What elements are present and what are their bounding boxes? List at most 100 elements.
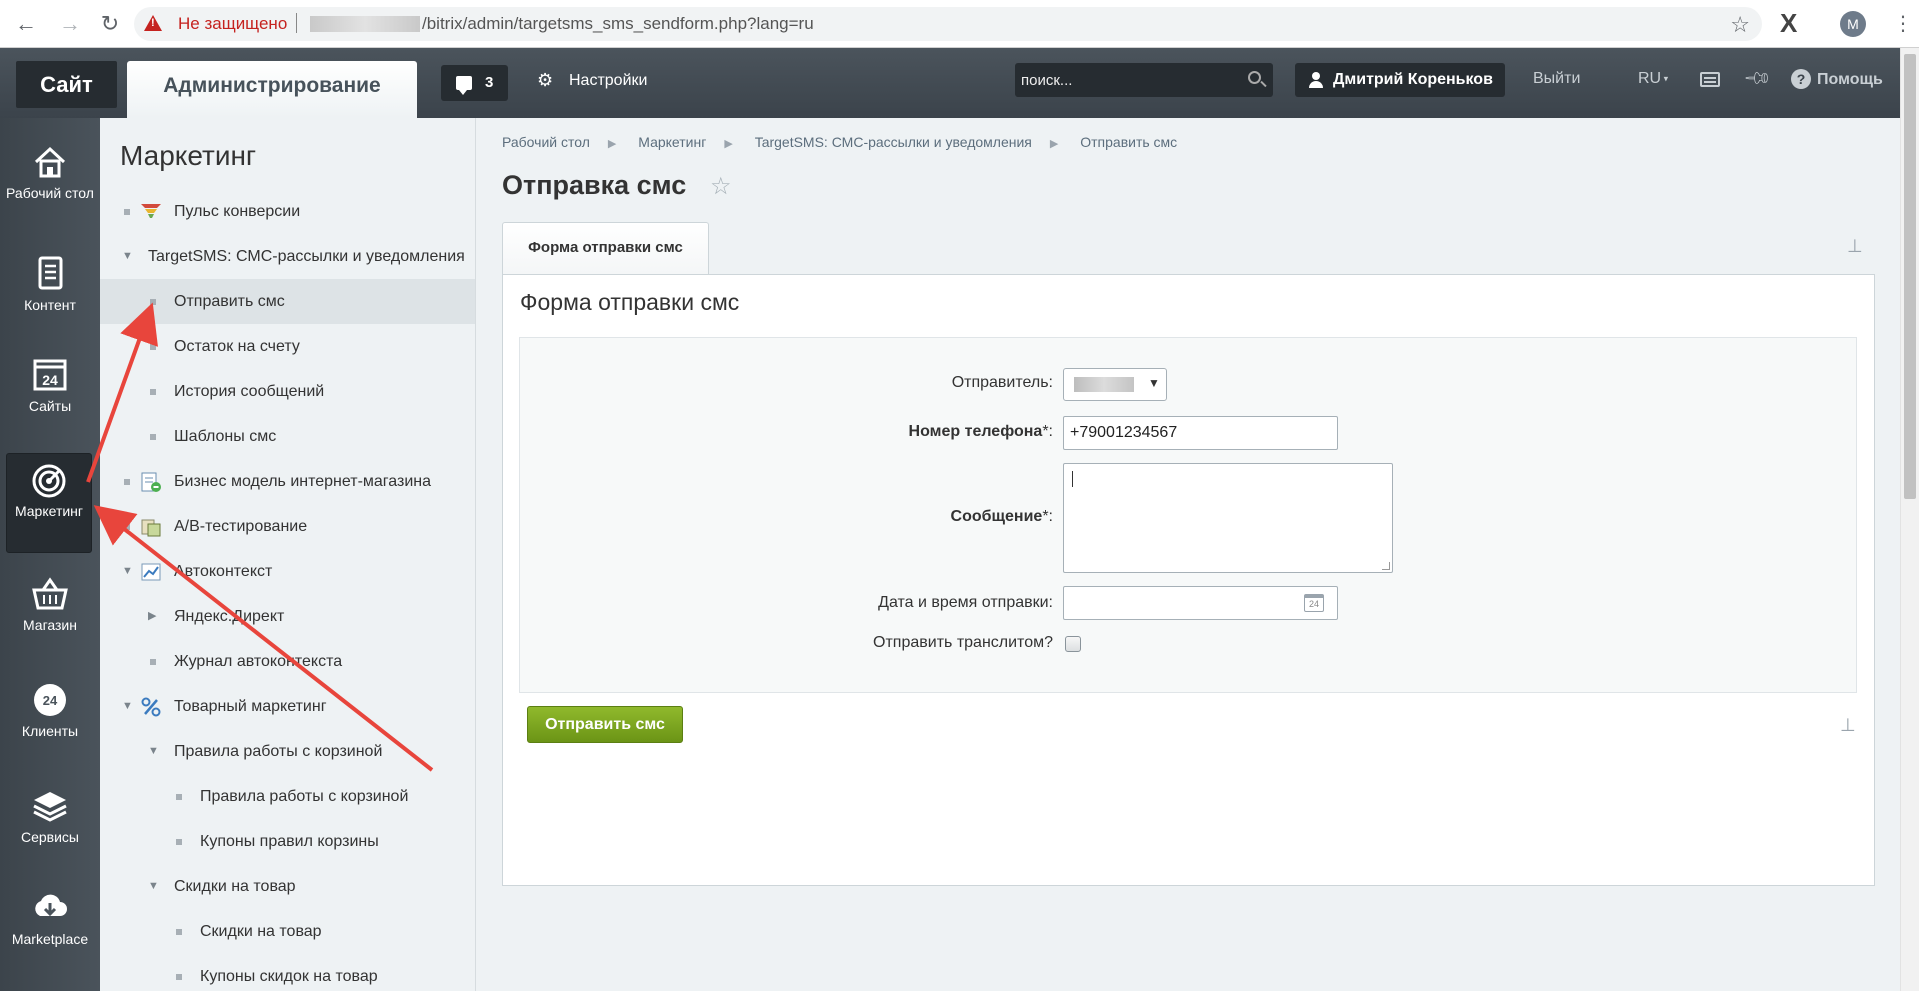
- favorite-star-icon[interactable]: ☆: [710, 172, 732, 201]
- menu-label: Рабочий стол: [6, 185, 94, 201]
- user-button[interactable]: Дмитрий Кореньков: [1295, 63, 1505, 97]
- user-icon: [1309, 72, 1323, 88]
- translit-checkbox[interactable]: [1065, 636, 1081, 652]
- calendar-icon[interactable]: 24: [1304, 594, 1324, 612]
- tree-item-label: История сообщений: [174, 383, 325, 400]
- back-icon[interactable]: ←: [12, 10, 40, 38]
- expanded-arrow-icon[interactable]: ▼: [122, 684, 133, 729]
- menu-marketing[interactable]: Маркетинг: [6, 453, 92, 553]
- menu-shop[interactable]: Магазин: [0, 568, 100, 668]
- menu-label: Магазин: [22, 617, 77, 633]
- sender-select[interactable]: ▼: [1063, 368, 1167, 401]
- tree-item-product-discounts-group[interactable]: ▼ Скидки на товар: [100, 864, 475, 909]
- tree-item-cart-coupons[interactable]: Купоны правил корзины: [100, 819, 475, 864]
- datetime-input[interactable]: 24: [1063, 586, 1338, 620]
- tree-item-balance[interactable]: Остаток на счету: [100, 324, 475, 369]
- tree-item-templates[interactable]: Шаблоны смс: [100, 414, 475, 459]
- tree-item-send-sms[interactable]: Отправить смс: [100, 279, 475, 324]
- keyboard-icon[interactable]: [1700, 72, 1720, 87]
- resize-grip-icon[interactable]: [1382, 562, 1390, 570]
- expanded-arrow-icon[interactable]: ▼: [122, 549, 133, 594]
- expanded-arrow-icon[interactable]: ▼: [148, 864, 159, 909]
- notifications-button[interactable]: 3: [441, 65, 508, 101]
- pin-icon[interactable]: ⊥: [1840, 715, 1856, 736]
- tree-item-label: Остаток на счету: [174, 338, 300, 355]
- tree-item-label: Пульс конверсии: [174, 203, 301, 220]
- menu-desktop[interactable]: Рабочий стол: [0, 136, 100, 236]
- collapsed-arrow-icon[interactable]: ▶: [148, 594, 156, 639]
- pin-icon[interactable]: ⊥: [1847, 236, 1863, 257]
- tree-item-history[interactable]: История сообщений: [100, 369, 475, 414]
- tree-item-autocontext[interactable]: ▼ Автоконтекст: [100, 549, 475, 594]
- menu-services[interactable]: Сервисы: [0, 780, 100, 880]
- breadcrumb-item[interactable]: Рабочий стол: [502, 134, 590, 150]
- tree-item-autocontext-log[interactable]: Журнал автоконтекста: [100, 639, 475, 684]
- not-secure-label: Не защищено: [178, 14, 288, 33]
- tree-item-label: Правила работы с корзиной: [200, 788, 409, 805]
- tree-item-ab-testing[interactable]: A/B-тестирование: [100, 504, 475, 549]
- tree-item-discount-coupons[interactable]: Купоны скидок на товар: [100, 954, 475, 991]
- svg-text:24: 24: [43, 693, 58, 708]
- tab-send-form[interactable]: Форма отправки смс: [502, 222, 709, 274]
- help-button[interactable]: ? Помощь: [1791, 69, 1883, 89]
- main-content: Рабочий стол ▶ Маркетинг ▶ TargetSMS: СМС-…: [476, 118, 1900, 991]
- cloud-download-icon: [35, 894, 67, 917]
- extension-x-icon[interactable]: X: [1780, 8, 1797, 39]
- settings-label: Настройки: [569, 72, 648, 89]
- reload-icon[interactable]: ↻: [96, 10, 124, 38]
- tree-item-cart-rules-group[interactable]: ▼ Правила работы с корзиной: [100, 729, 475, 774]
- menu-label: Marketplace: [11, 931, 89, 947]
- search-icon[interactable]: [1248, 71, 1261, 84]
- menu-clients[interactable]: 24 Клиенты: [0, 674, 100, 774]
- svg-text:24: 24: [42, 372, 58, 388]
- pin-icon[interactable]: 📌︎: [1742, 63, 1773, 94]
- tab-administration[interactable]: Администрирование: [127, 61, 417, 118]
- scrollbar-thumb[interactable]: [1904, 54, 1916, 499]
- search-box[interactable]: [1015, 63, 1273, 97]
- menu-content[interactable]: Контент: [0, 248, 100, 348]
- tree-item-yandex-direct[interactable]: ▶ Яндекс.Директ: [100, 594, 475, 639]
- chevron-right-icon: ▶: [607, 138, 617, 150]
- blurred-domain: [310, 16, 420, 32]
- tree-item-product-discounts[interactable]: Скидки на товар: [100, 909, 475, 954]
- send-sms-button[interactable]: Отправить смс: [527, 706, 683, 743]
- breadcrumb-item[interactable]: Отправить смс: [1080, 134, 1177, 150]
- datetime-label: Дата и время отправки:: [878, 594, 1053, 611]
- breadcrumb-item[interactable]: TargetSMS: СМС-рассылки и уведомления: [755, 134, 1032, 150]
- tree-item-cart-rules[interactable]: Правила работы с корзиной: [100, 774, 475, 819]
- expanded-arrow-icon[interactable]: ▼: [122, 234, 133, 279]
- tree-item-targetsms[interactable]: ▼ TargetSMS: СМС-рассылки и уведомления: [100, 234, 475, 279]
- section-sidebar: Маркетинг Пульс конверсии ▼ TargetSMS: С…: [100, 118, 476, 991]
- url-text[interactable]: /bitrix/admin/targetsms_sms_sendform.php…: [422, 14, 814, 34]
- profile-avatar[interactable]: M: [1840, 11, 1866, 37]
- language-label: RU: [1638, 70, 1662, 87]
- logout-link[interactable]: Выйти: [1533, 70, 1580, 88]
- business-model-icon: [141, 472, 161, 492]
- clients-24-icon: 24: [34, 684, 66, 716]
- tree-item-product-marketing[interactable]: ▼ Товарный маркетинг: [100, 684, 475, 729]
- tree-item-conversion-pulse[interactable]: Пульс конверсии: [100, 189, 475, 234]
- browser-toolbar: ← → ↻ Не защищено /bitrix/admin/targetsm…: [0, 0, 1919, 48]
- funnel-icon: [141, 204, 161, 218]
- percent-icon: [141, 697, 161, 717]
- forward-icon[interactable]: →: [56, 10, 84, 38]
- browser-menu-icon[interactable]: ⋮: [1893, 10, 1913, 38]
- notifications-count: 3: [485, 74, 494, 91]
- basket-icon: [32, 577, 68, 610]
- page-scrollbar[interactable]: [1900, 48, 1919, 991]
- menu-label: Маркетинг: [14, 503, 84, 519]
- home-icon: [34, 146, 66, 178]
- menu-sites[interactable]: 24 Сайты: [0, 349, 100, 449]
- address-bar[interactable]: Не защищено /bitrix/admin/targetsms_sms_…: [134, 7, 1762, 41]
- breadcrumb-item[interactable]: Маркетинг: [638, 134, 706, 150]
- tab-site[interactable]: Сайт: [16, 61, 117, 108]
- search-input[interactable]: [1021, 70, 1231, 90]
- tree-item-label: A/B-тестирование: [174, 518, 308, 535]
- language-selector[interactable]: RU ▾: [1638, 70, 1668, 88]
- menu-marketplace[interactable]: Marketplace: [0, 882, 100, 982]
- phone-input[interactable]: [1063, 416, 1338, 450]
- message-textarea[interactable]: [1063, 463, 1393, 573]
- bookmark-star-icon[interactable]: ☆: [1730, 12, 1750, 38]
- expanded-arrow-icon[interactable]: ▼: [148, 729, 159, 774]
- tree-item-business-model[interactable]: Бизнес модель интернет-магазина: [100, 459, 475, 504]
